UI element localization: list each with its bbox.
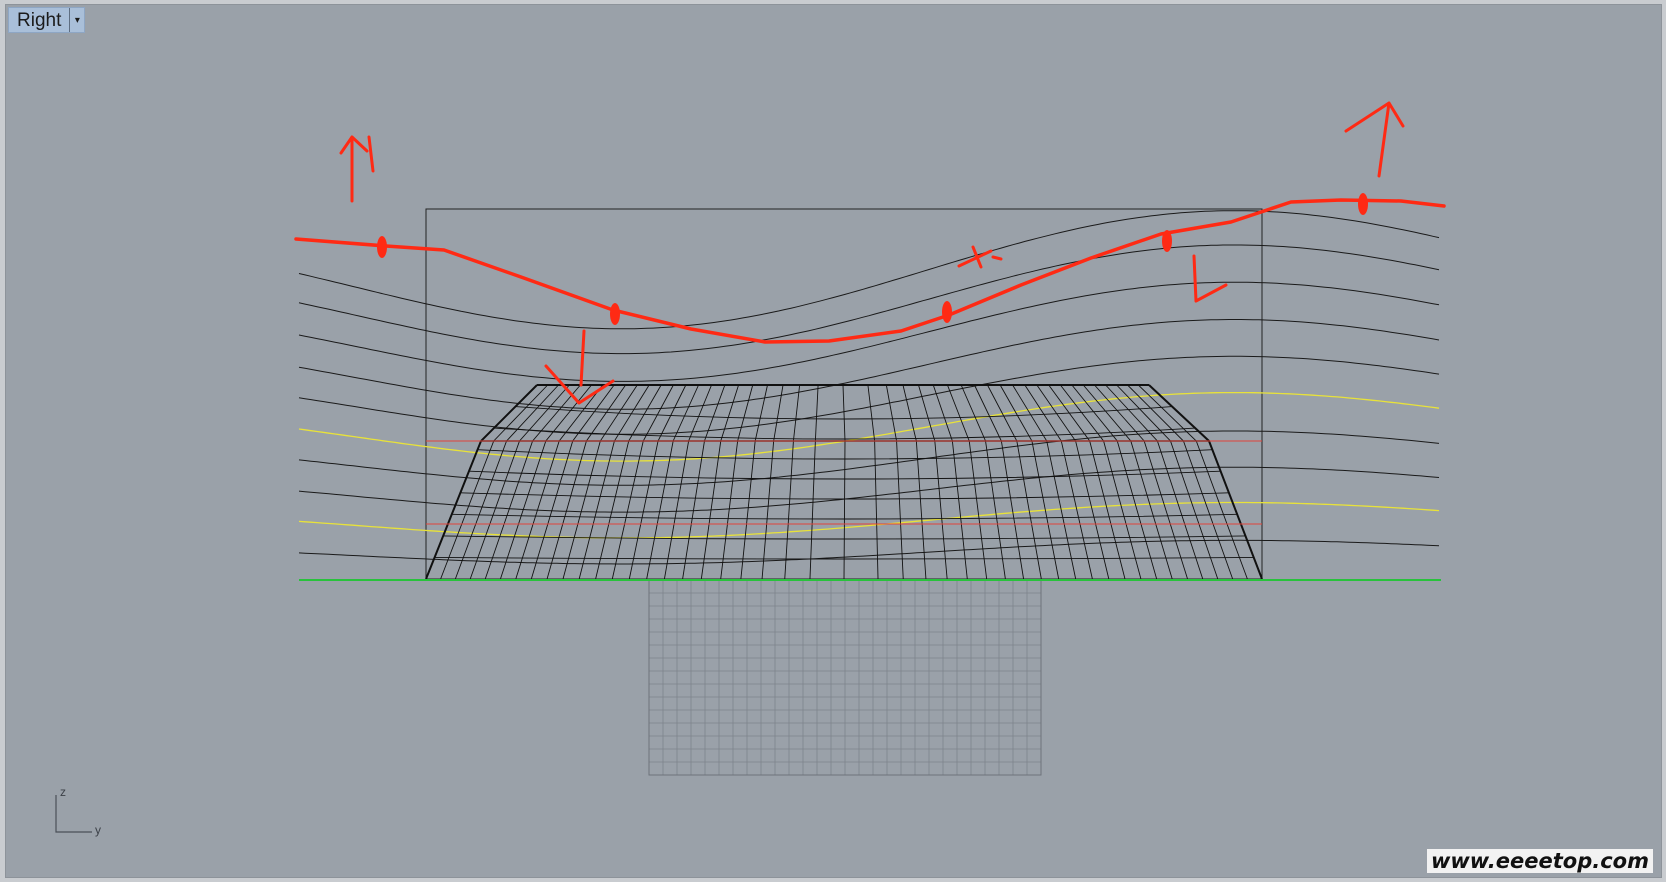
guide-curve — [298, 466, 1440, 513]
annotation-arrow — [339, 135, 375, 203]
annotation-control-point — [610, 303, 620, 325]
mesh-vertical-isocurve — [646, 384, 699, 580]
annotation-arrow — [1192, 254, 1228, 303]
axis-z-label: z — [60, 785, 66, 799]
viewport-title[interactable]: Right — [9, 8, 69, 32]
annotation-control-point — [1162, 230, 1172, 252]
mesh-vertical-isocurve — [1048, 384, 1126, 580]
guide-curve — [298, 244, 1440, 355]
mesh-vertical-isocurve — [902, 384, 927, 580]
mesh-vertical-isocurve — [867, 384, 879, 580]
mesh-vertical-isocurve — [562, 384, 638, 580]
mesh-vertical-isocurve — [1116, 384, 1219, 580]
annotation-arrow — [544, 329, 615, 405]
axis-y-label: y — [95, 823, 101, 837]
mesh-right-edge — [1148, 384, 1263, 580]
red-annotations — [294, 101, 1446, 405]
mesh-vertical-isocurve — [885, 384, 904, 580]
guide-curve — [298, 539, 1440, 565]
guide-curves — [298, 210, 1440, 565]
annotation-control-point — [1358, 193, 1368, 215]
viewport-title-tab[interactable]: Right ▾ — [8, 7, 86, 33]
mesh-vertical-isocurve — [761, 384, 784, 580]
axis-widget: z y — [50, 785, 110, 841]
highlight-curve — [298, 501, 1440, 539]
highlight-curve — [298, 391, 1440, 462]
annotation-control-point — [377, 236, 387, 258]
mesh-vertical-isocurve — [784, 384, 801, 580]
guide-curve — [298, 281, 1440, 382]
wireframe-surface — [425, 384, 1263, 580]
guide-curve — [298, 210, 1440, 330]
construction-grid — [648, 579, 1042, 776]
mesh-vertical-isocurve — [809, 384, 819, 580]
annotation-control-point — [942, 301, 952, 323]
mesh-vertical-isocurve — [1082, 384, 1173, 580]
chevron-down-icon[interactable]: ▾ — [69, 8, 84, 32]
axis-icon — [55, 795, 92, 833]
mesh-vertical-isocurve — [1148, 384, 1263, 580]
viewport-canvas[interactable] — [6, 5, 1662, 878]
annotation-arrow — [1344, 101, 1405, 178]
right-viewport[interactable]: Right ▾ z y www.eeeetop.com — [5, 4, 1662, 878]
mesh-vertical-isocurve — [484, 384, 581, 580]
mesh-vertical-isocurve — [842, 384, 846, 580]
watermark: www.eeeetop.com — [1426, 849, 1653, 873]
